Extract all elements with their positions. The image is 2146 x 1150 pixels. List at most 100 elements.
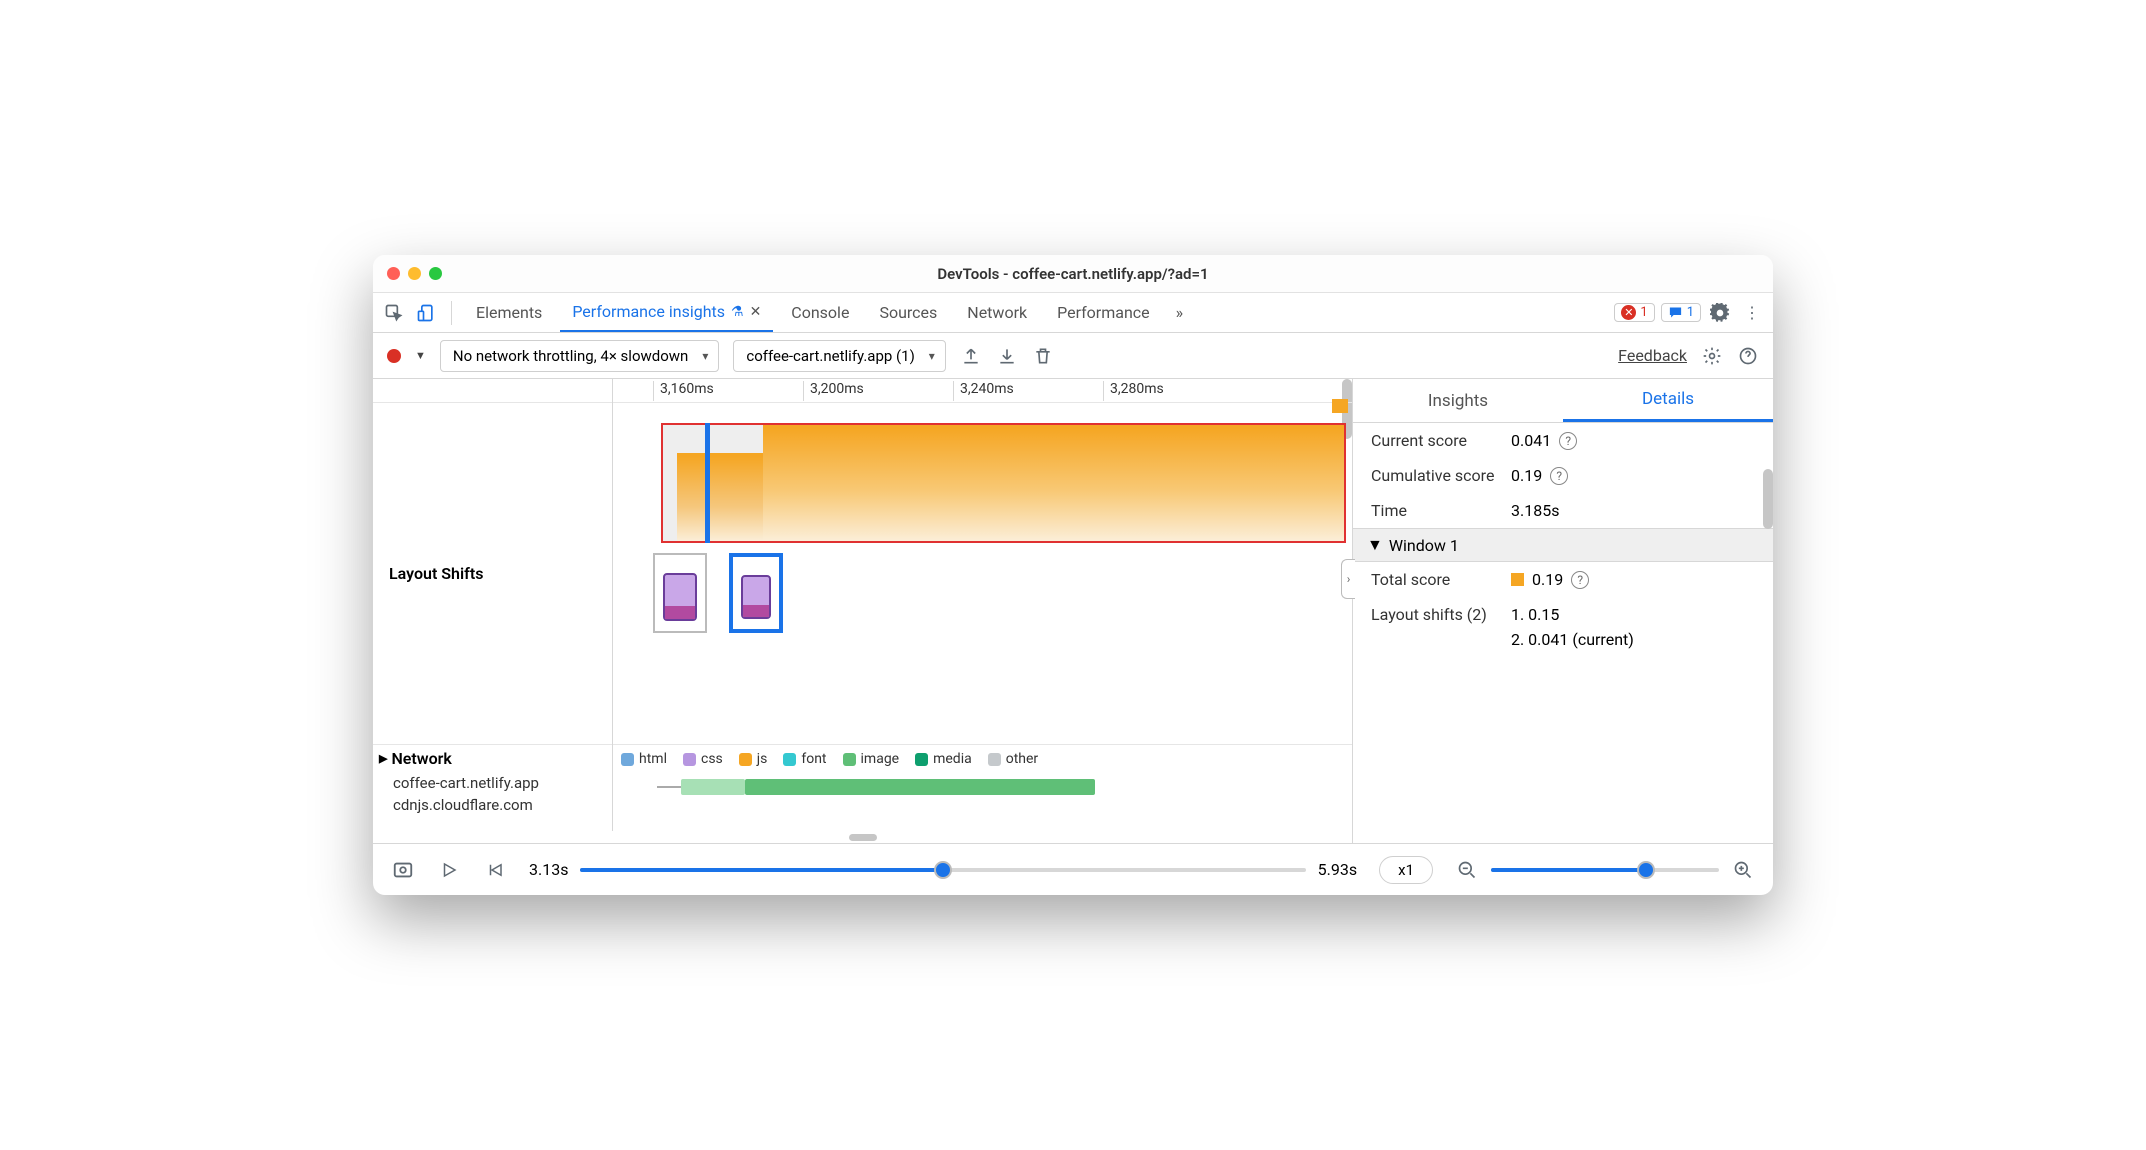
message-badge[interactable]: 1 — [1661, 303, 1701, 322]
network-bar[interactable] — [613, 777, 1352, 797]
upload-icon[interactable] — [960, 345, 982, 367]
timeline-chart[interactable]: 3,160ms 3,200ms 3,240ms 3,280ms — [613, 379, 1352, 831]
tab-elements[interactable]: Elements — [464, 293, 554, 332]
timeline-panel: Layout Shifts ▶ Network coffee-cart.netli… — [373, 379, 1353, 843]
shift-bar[interactable] — [763, 425, 1344, 541]
preview-icon[interactable] — [391, 858, 415, 882]
zoom-in-icon[interactable] — [1731, 858, 1755, 882]
skip-start-icon[interactable] — [483, 858, 507, 882]
gear-icon[interactable] — [1707, 300, 1733, 326]
host-row[interactable]: coffee-cart.netlify.app — [379, 772, 612, 794]
record-icon[interactable] — [387, 349, 401, 363]
slider-thumb[interactable] — [1637, 861, 1655, 879]
more-tabs-icon[interactable]: » — [1168, 303, 1192, 322]
help-icon[interactable] — [1737, 345, 1759, 367]
expand-handle-icon[interactable]: › — [1341, 559, 1355, 599]
dropdown-caret-icon[interactable]: ▼ — [415, 349, 426, 362]
tab-network[interactable]: Network — [955, 293, 1039, 332]
tab-label: Sources — [879, 303, 937, 322]
error-badge[interactable]: ✕1 — [1614, 303, 1654, 322]
total-score-label: Total score — [1371, 570, 1511, 589]
window-head-label: Window 1 — [1389, 536, 1459, 555]
scrollbar[interactable] — [1763, 469, 1773, 529]
gear-icon[interactable] — [1701, 345, 1723, 367]
device-icon[interactable] — [413, 300, 439, 326]
close-tab-icon[interactable]: ✕ — [750, 304, 762, 320]
layout-shifts-label: Layout Shifts — [373, 403, 612, 745]
selection-box — [661, 423, 1346, 543]
tab-sources[interactable]: Sources — [867, 293, 949, 332]
shift-thumbnails — [653, 553, 783, 633]
tab-insights[interactable]: Insights — [1353, 379, 1563, 422]
network-track: html css js font image media other — [613, 745, 1352, 831]
trash-icon[interactable] — [1032, 345, 1054, 367]
legend-css: css — [701, 751, 723, 767]
horizontal-scrollbar[interactable] — [373, 831, 1352, 843]
current-score-label: Current score — [1371, 431, 1511, 450]
error-count: 1 — [1640, 305, 1647, 320]
layout-shifts-label: Layout shifts (2) — [1371, 605, 1511, 624]
feedback-link[interactable]: Feedback — [1618, 346, 1687, 365]
legend-font: font — [801, 751, 826, 767]
play-icon[interactable] — [437, 858, 461, 882]
time-ruler[interactable]: 3,160ms 3,200ms 3,240ms 3,280ms — [613, 379, 1352, 403]
perf-toolbar: ▼ No network throttling, 4× slowdown cof… — [373, 333, 1773, 379]
layout-shift-item[interactable]: 2. 0.041 (current) — [1511, 630, 1634, 649]
help-icon[interactable]: ? — [1571, 571, 1589, 589]
playback-footer: 3.13s 5.93s x1 — [373, 843, 1773, 895]
speed-pill[interactable]: x1 — [1379, 856, 1433, 884]
download-icon[interactable] — [996, 345, 1018, 367]
throttle-select[interactable]: No network throttling, 4× slowdown — [440, 340, 719, 372]
separator — [451, 301, 452, 325]
recording-select[interactable]: coffee-cart.netlify.app (1) — [733, 340, 945, 372]
minimize-icon[interactable] — [408, 267, 421, 280]
playhead[interactable] — [705, 423, 710, 543]
layout-shift-item[interactable]: 1. 0.15 — [1511, 605, 1559, 624]
details-panel: › Insights Details Current score0.041? C… — [1353, 379, 1773, 843]
devtools-window: DevTools - coffee-cart.netlify.app/?ad=1… — [373, 255, 1773, 895]
close-icon[interactable] — [387, 267, 400, 280]
slider-thumb[interactable] — [934, 861, 952, 879]
flask-icon: ⚗ — [731, 304, 744, 320]
tab-details[interactable]: Details — [1563, 379, 1773, 422]
legend-media: media — [933, 751, 972, 767]
legend-image: image — [861, 751, 900, 767]
ruler-tick: 3,200ms — [803, 381, 864, 401]
zoom-out-icon[interactable] — [1455, 858, 1479, 882]
network-label: Network — [391, 749, 451, 768]
legend-html: html — [639, 751, 667, 767]
message-count: 1 — [1687, 305, 1694, 320]
tab-performance[interactable]: Performance — [1045, 293, 1162, 332]
recording-value: coffee-cart.netlify.app (1) — [746, 347, 914, 365]
titlebar: DevTools - coffee-cart.netlify.app/?ad=1 — [373, 255, 1773, 293]
tab-label: Elements — [476, 303, 542, 322]
kebab-icon[interactable]: ⋮ — [1739, 300, 1765, 326]
ruler-tick: 3,240ms — [953, 381, 1014, 401]
network-row-toggle[interactable]: ▶ Network — [379, 745, 612, 772]
cumulative-score-label: Cumulative score — [1371, 466, 1511, 485]
total-score-value: 0.19 — [1532, 570, 1563, 589]
time-slider[interactable] — [580, 868, 1305, 872]
zoom-slider[interactable] — [1491, 868, 1719, 872]
shift-thumbnail-selected[interactable] — [729, 553, 783, 633]
tab-console[interactable]: Console — [779, 293, 861, 332]
window-title: DevTools - coffee-cart.netlify.app/?ad=1 — [373, 265, 1773, 283]
tab-label: Network — [967, 303, 1027, 322]
window-section[interactable]: ▼Window 1 — [1353, 528, 1773, 562]
time-end: 5.93s — [1318, 860, 1357, 879]
devtools-tabbar: Elements Performance insights ⚗ ✕ Consol… — [373, 293, 1773, 333]
legend-other: other — [1006, 751, 1038, 767]
shift-thumbnail[interactable] — [653, 553, 707, 633]
tab-label: Performance — [1057, 303, 1150, 322]
inspect-icon[interactable] — [381, 300, 407, 326]
maximize-icon[interactable] — [429, 267, 442, 280]
network-legend: html css js font image media other — [613, 751, 1352, 767]
host-row[interactable]: cdnjs.cloudflare.com — [379, 794, 612, 816]
tab-label: Performance insights — [572, 302, 725, 321]
help-icon[interactable]: ? — [1559, 432, 1577, 450]
chevron-right-icon: ▶ — [379, 752, 387, 765]
tab-performance-insights[interactable]: Performance insights ⚗ ✕ — [560, 293, 773, 332]
help-icon[interactable]: ? — [1550, 467, 1568, 485]
ruler-tick: 3,280ms — [1103, 381, 1164, 401]
layout-shift-track[interactable] — [613, 403, 1352, 745]
